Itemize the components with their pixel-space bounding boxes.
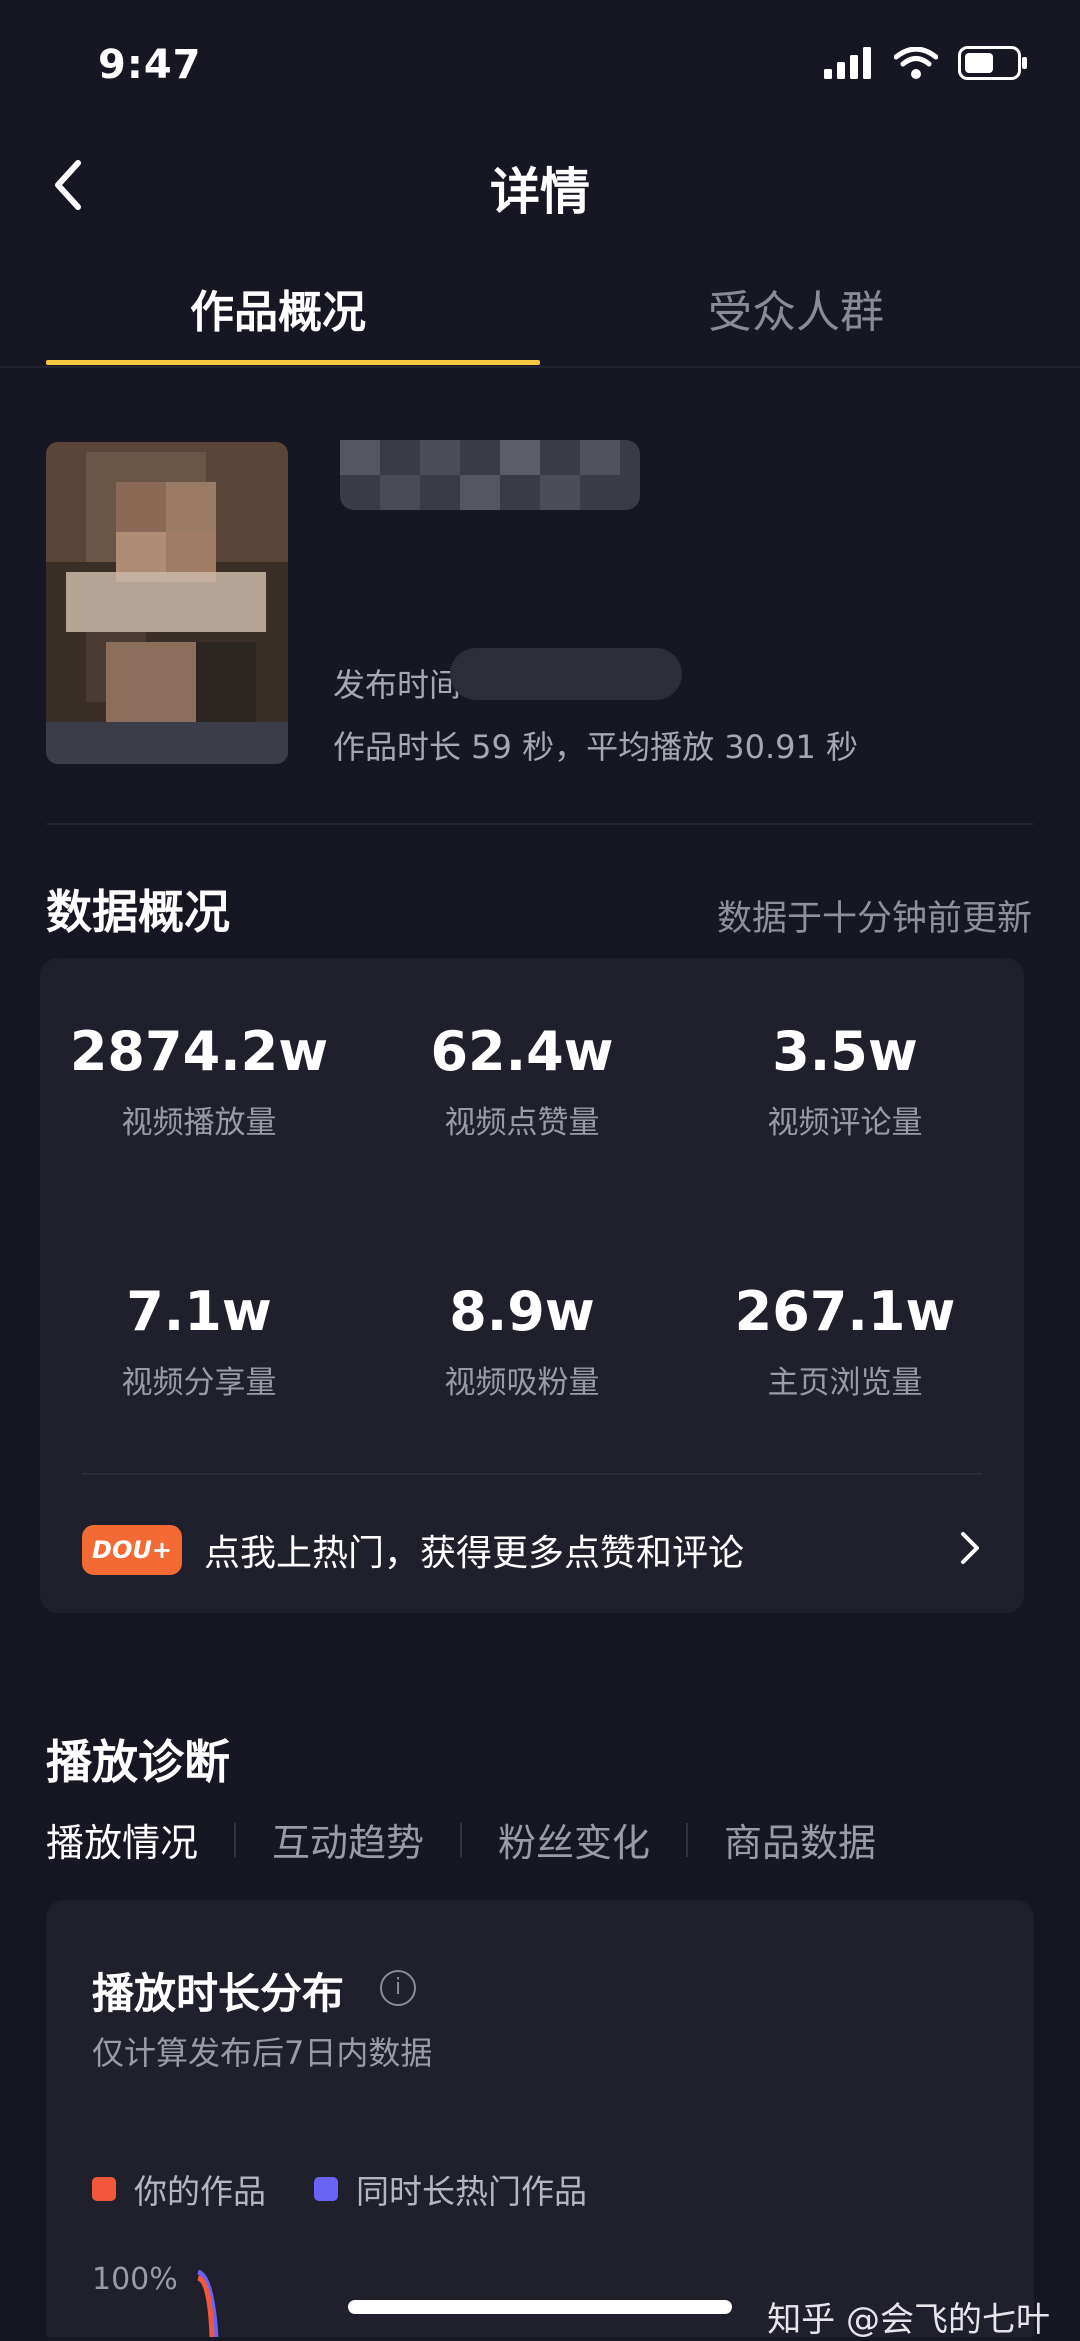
duration-info: 作品时长 59 秒，平均播放 30.91 秒	[333, 728, 859, 766]
tab-interaction-trend[interactable]: 互动趋势	[272, 1812, 424, 1867]
chart-subtitle: 仅计算发布后7日内数据	[92, 2034, 433, 2072]
status-icons	[824, 46, 1028, 80]
tab-active-indicator	[46, 360, 540, 365]
legend-swatch	[92, 2177, 116, 2201]
stat-value: 3.5w	[772, 1020, 918, 1083]
overview-card: 2874.2w 视频播放量 62.4w 视频点赞量 3.5w 视频评论量 7.1…	[40, 958, 1024, 1613]
stat-value: 7.1w	[126, 1280, 272, 1343]
stat-label: 视频点赞量	[444, 1105, 600, 1141]
stat-value: 8.9w	[449, 1280, 595, 1343]
tab-separator	[460, 1822, 463, 1857]
publish-time-blurred	[450, 648, 682, 700]
video-title-blurred	[300, 440, 680, 510]
promo-text: 点我上热门，获得更多点赞和评论	[204, 1533, 745, 1574]
stat-label: 视频播放量	[121, 1105, 277, 1141]
legend-label: 你的作品	[134, 2172, 266, 2211]
dou-plus-badge: DOU+	[82, 1525, 182, 1575]
promo-banner[interactable]: DOU+ 点我上热门，获得更多点赞和评论	[82, 1520, 982, 1580]
signal-icon	[824, 47, 871, 79]
wifi-icon	[894, 47, 938, 79]
stat-profile-views: 267.1w 主页浏览量	[685, 1280, 1005, 1402]
chevron-right-icon	[961, 1532, 979, 1564]
updated-time: 数据于十分钟前更新	[716, 899, 1032, 939]
page-title: 详情	[490, 163, 590, 221]
stat-new-followers: 8.9w 视频吸粉量	[362, 1280, 682, 1402]
y-axis-top-label: 100%	[92, 2262, 178, 2297]
chart-title: 播放时长分布	[92, 1969, 345, 2018]
info-icon[interactable]: i	[380, 1970, 416, 2006]
diagnosis-tabs: 播放情况 互动趋势 粉丝变化 商品数据	[46, 1812, 876, 1867]
watermark: 知乎 @会飞的七叶	[767, 2300, 1050, 2340]
battery-icon	[958, 46, 1027, 80]
play-duration-card: 播放时长分布 i 仅计算发布后7日内数据 你的作品 同时长热门作品 100%	[46, 1900, 1034, 2337]
card-divider	[82, 1473, 982, 1475]
stat-label: 视频分享量	[121, 1365, 277, 1401]
stat-label: 视频吸粉量	[444, 1365, 600, 1401]
tab-follower-change[interactable]: 粉丝变化	[498, 1812, 650, 1867]
stat-value: 62.4w	[430, 1020, 614, 1083]
tab-bar: 作品概况 受众人群	[0, 276, 1080, 366]
video-thumbnail[interactable]	[46, 442, 288, 764]
chart-curve-start	[196, 2270, 219, 2337]
tab-audience[interactable]: 受众人群	[708, 276, 884, 340]
stat-value: 2874.2w	[69, 1020, 329, 1083]
status-time: 9:47	[98, 42, 202, 88]
section-divider	[46, 823, 1034, 825]
tab-divider	[0, 366, 1080, 368]
tab-product-data[interactable]: 商品数据	[724, 1812, 876, 1867]
overview-title: 数据概况	[46, 885, 230, 939]
tab-separator	[686, 1822, 689, 1857]
legend-item: 同时长热门作品	[314, 2165, 587, 2213]
stat-label: 视频评论量	[767, 1105, 923, 1141]
stat-shares: 7.1w 视频分享量	[39, 1280, 359, 1402]
tab-work-overview[interactable]: 作品概况	[190, 276, 366, 340]
stat-label: 主页浏览量	[767, 1365, 923, 1401]
diagnosis-title: 播放诊断	[46, 1735, 230, 1789]
legend-item: 你的作品	[92, 2165, 266, 2213]
stat-likes: 62.4w 视频点赞量	[362, 1020, 682, 1142]
stat-plays: 2874.2w 视频播放量	[39, 1020, 359, 1142]
publish-time: 发布时间	[333, 666, 462, 704]
stat-comments: 3.5w 视频评论量	[685, 1020, 1005, 1142]
legend-label: 同时长热门作品	[356, 2172, 587, 2211]
tab-play-status[interactable]: 播放情况	[46, 1812, 198, 1867]
home-indicator[interactable]	[348, 2300, 732, 2314]
tab-separator	[234, 1822, 237, 1857]
legend-swatch	[314, 2177, 338, 2201]
stat-value: 267.1w	[734, 1280, 956, 1343]
